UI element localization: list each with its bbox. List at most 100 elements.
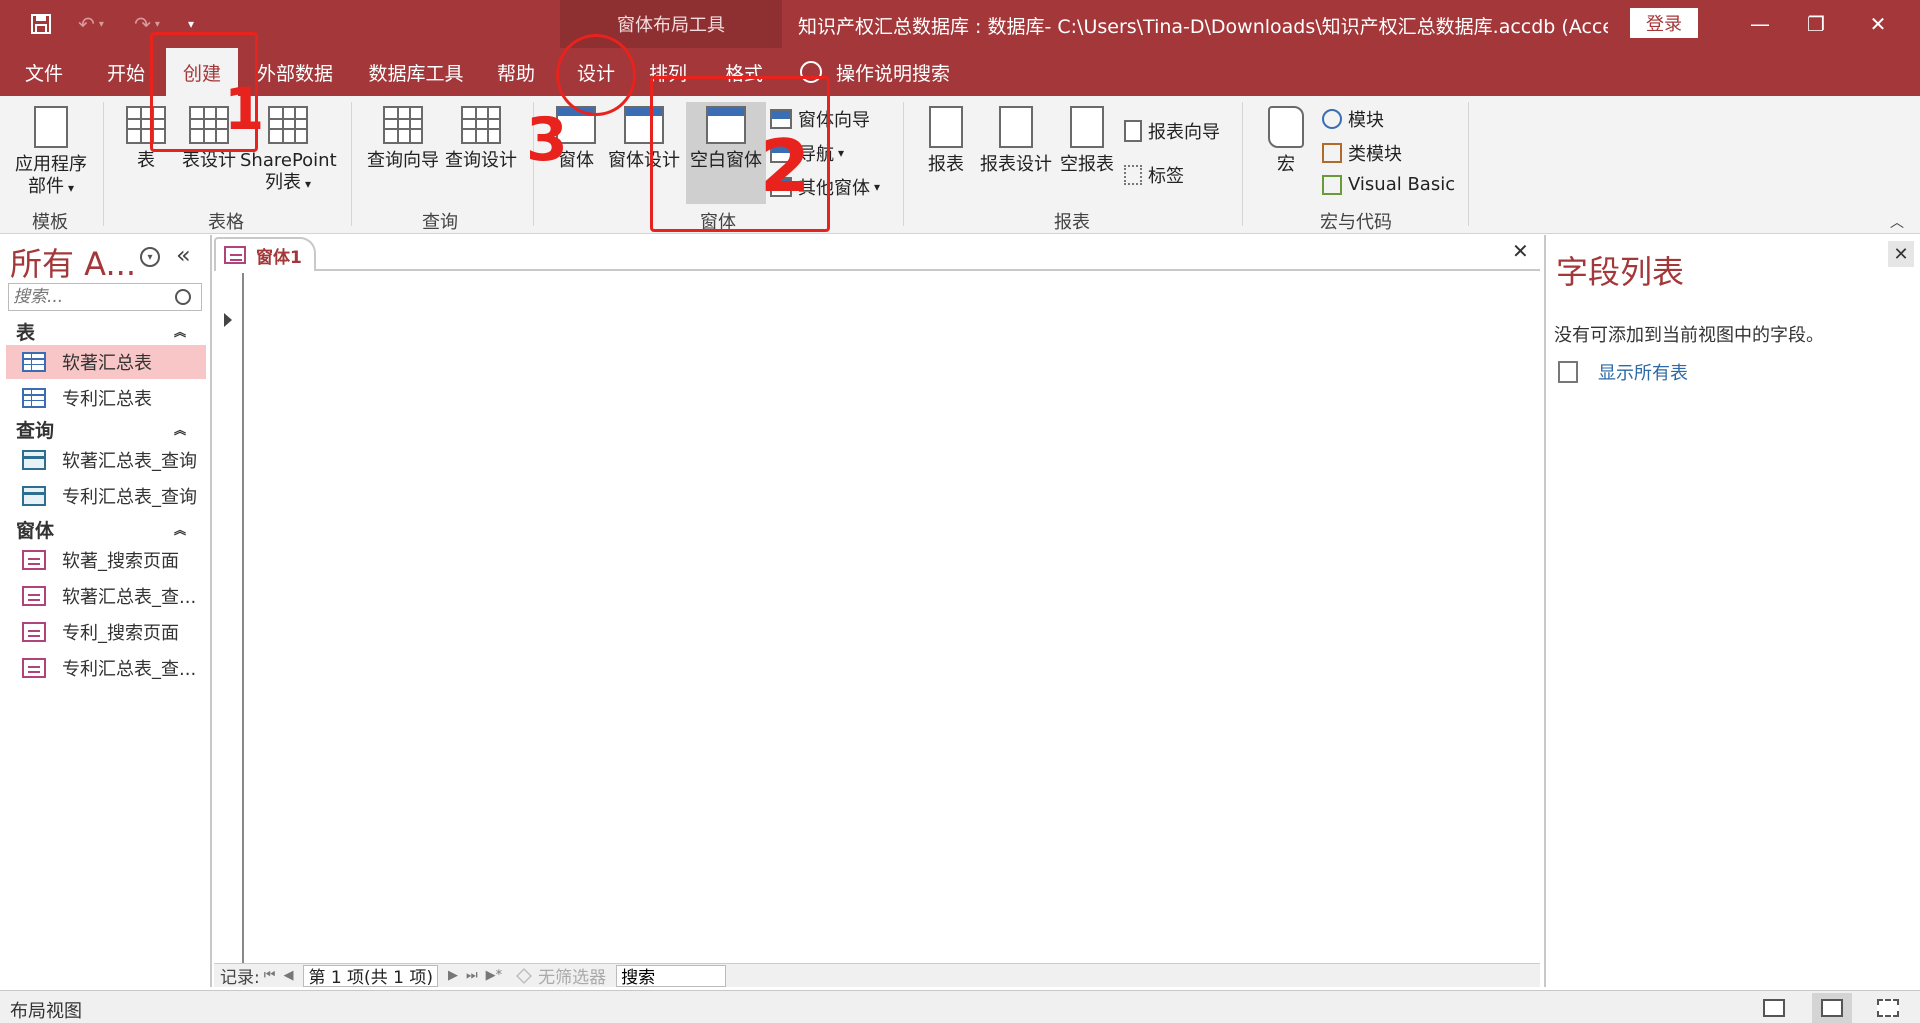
module-button[interactable]: 模块 bbox=[1322, 106, 1384, 132]
current-record-field[interactable]: 第 1 项(共 1 项) bbox=[303, 964, 438, 988]
form-design-button[interactable]: 窗体设计 bbox=[606, 106, 682, 172]
form-wizard-button[interactable]: 窗体向导 bbox=[770, 106, 870, 132]
previous-record-button[interactable]: ◀ bbox=[283, 968, 293, 983]
nav-item-form[interactable]: 软著_搜索页面 bbox=[6, 543, 206, 577]
app-parts-label-2: 部件 ▾ bbox=[27, 176, 75, 197]
nav-item-table[interactable]: 专利汇总表 bbox=[6, 381, 206, 415]
signin-button[interactable]: 登录 bbox=[1630, 8, 1698, 38]
layout-view-button[interactable] bbox=[1812, 993, 1852, 1023]
group-tables-label: 表格 bbox=[208, 212, 244, 233]
nav-search-input[interactable] bbox=[9, 285, 169, 309]
window-title: 知识产权汇总数据库 : 数据库- C:\Users\Tina-D\Downloa… bbox=[798, 16, 1608, 38]
nav-item-form[interactable]: 专利汇总表_查... bbox=[6, 651, 206, 685]
blank-form-button[interactable]: 空白窗体 bbox=[686, 102, 766, 204]
design-view-button[interactable] bbox=[1868, 993, 1908, 1023]
query-icon bbox=[22, 450, 46, 470]
document-tab-form1[interactable]: 窗体1 bbox=[214, 237, 316, 271]
form-wizard-icon bbox=[770, 109, 792, 129]
nav-item-label: 专利_搜索页面 bbox=[62, 623, 179, 644]
nav-item-form[interactable]: 软著汇总表_查... bbox=[6, 579, 206, 613]
nav-search-box bbox=[8, 283, 202, 311]
show-all-tables-link[interactable]: 显示所有表 bbox=[1558, 359, 1688, 385]
nav-menu-chevron-icon[interactable]: ▾ bbox=[140, 247, 160, 267]
tab-create[interactable]: 创建 bbox=[166, 48, 238, 96]
form-canvas[interactable] bbox=[246, 273, 1536, 961]
tab-format[interactable]: 格式 bbox=[716, 48, 772, 96]
tab-design[interactable]: 设计 bbox=[568, 48, 624, 96]
labels-button[interactable]: 标签 bbox=[1124, 162, 1184, 188]
undo-icon[interactable]: ↶ ▾ bbox=[68, 8, 114, 40]
first-record-button[interactable]: ⏮ bbox=[264, 968, 276, 983]
nav-section-queries[interactable]: 查询 ︽ bbox=[0, 415, 200, 443]
macro-button[interactable]: 宏 bbox=[1262, 106, 1310, 176]
tab-arrange[interactable]: 排列 bbox=[640, 48, 696, 96]
more-forms-label: 其他窗体 bbox=[798, 178, 870, 199]
app-parts-button[interactable]: 应用程序 部件 ▾ bbox=[8, 106, 94, 199]
form-record-selector[interactable] bbox=[214, 273, 244, 981]
table-label: 表 bbox=[137, 150, 155, 171]
nav-section-forms[interactable]: 窗体 ︽ bbox=[0, 515, 200, 543]
nav-item-table[interactable]: 软著汇总表 bbox=[6, 345, 206, 379]
sharepoint-label: SharePoint bbox=[240, 150, 337, 171]
query-design-button[interactable]: 查询设计 bbox=[442, 106, 520, 172]
tell-me-search[interactable]: 操作说明搜索 bbox=[800, 48, 950, 96]
sharepoint-lists-button[interactable]: SharePoint 列表 ▾ bbox=[240, 106, 337, 195]
report-wizard-button[interactable]: 报表向导 bbox=[1124, 118, 1220, 144]
nav-item-label: 软著_搜索页面 bbox=[62, 551, 179, 572]
close-pane-icon[interactable]: ✕ bbox=[1888, 241, 1914, 267]
table-button[interactable]: 表 bbox=[120, 106, 172, 172]
nav-item-query[interactable]: 专利汇总表_查询 bbox=[6, 479, 206, 513]
tab-file[interactable]: 文件 bbox=[10, 48, 78, 96]
new-record-button[interactable]: ▶* bbox=[486, 968, 503, 983]
navigation-button[interactable]: 导航 ▾ bbox=[770, 140, 844, 166]
form-icon bbox=[22, 586, 46, 606]
form-button[interactable]: 窗体 bbox=[548, 106, 604, 172]
nav-item-label: 专利汇总表_查询 bbox=[62, 487, 197, 508]
sharepoint-label-2: 列表 ▾ bbox=[264, 172, 312, 193]
next-record-button[interactable]: ▶ bbox=[448, 968, 458, 983]
close-document-icon[interactable]: ✕ bbox=[1512, 239, 1529, 263]
collapse-ribbon-icon[interactable]: ︿ bbox=[1890, 212, 1904, 232]
module-label: 模块 bbox=[1348, 110, 1384, 131]
macro-label: 宏 bbox=[1277, 154, 1295, 175]
table-icon bbox=[126, 106, 166, 144]
macro-scroll-icon bbox=[1268, 106, 1304, 148]
save-icon[interactable] bbox=[24, 8, 58, 40]
query-wizard-button[interactable]: 查询向导 bbox=[364, 106, 442, 172]
minimize-button[interactable]: — bbox=[1730, 4, 1790, 44]
nav-item-query[interactable]: 软著汇总表_查询 bbox=[6, 443, 206, 477]
report-design-icon bbox=[999, 106, 1033, 148]
restore-button[interactable]: ❐ bbox=[1786, 4, 1846, 44]
last-record-button[interactable]: ⏭ bbox=[466, 968, 478, 983]
blank-report-button[interactable]: 空报表 bbox=[1056, 106, 1118, 176]
tab-help[interactable]: 帮助 bbox=[488, 48, 544, 96]
form-icon bbox=[22, 622, 46, 642]
report-design-button[interactable]: 报表设计 bbox=[976, 106, 1056, 176]
more-forms-button[interactable]: 其他窗体 ▾ bbox=[770, 174, 880, 200]
search-icon[interactable] bbox=[175, 289, 191, 305]
context-tab-header: 窗体布局工具 bbox=[560, 0, 782, 48]
nav-item-form[interactable]: 专利_搜索页面 bbox=[6, 615, 206, 649]
form-view-button[interactable] bbox=[1754, 993, 1794, 1023]
blank-form-label: 空白窗体 bbox=[690, 150, 762, 171]
shutter-bar-icon[interactable]: « bbox=[176, 241, 191, 269]
visual-basic-button[interactable]: Visual Basic bbox=[1322, 174, 1455, 195]
title-bar: ↶ ▾ ↷ ▾ ▾ 窗体布局工具 知识产权汇总数据库 : 数据库- C:\Users… bbox=[0, 0, 1920, 48]
record-search-input[interactable] bbox=[616, 964, 727, 987]
tab-home[interactable]: 开始 bbox=[92, 48, 160, 96]
class-module-button[interactable]: 类模块 bbox=[1322, 140, 1402, 166]
close-button[interactable]: ✕ bbox=[1848, 4, 1908, 44]
nav-pane-title[interactable]: 所有 A... bbox=[10, 239, 136, 285]
table-design-button[interactable]: 表设计 bbox=[178, 106, 240, 172]
table-icon bbox=[22, 388, 46, 408]
report-button[interactable]: 报表 bbox=[918, 106, 974, 176]
customize-qat-icon[interactable]: ▾ bbox=[180, 8, 202, 40]
visual-basic-icon bbox=[1322, 174, 1342, 195]
tab-external-data[interactable]: 外部数据 bbox=[252, 48, 338, 96]
nav-section-tables[interactable]: 表 ︽ bbox=[0, 317, 200, 345]
filter-indicator[interactable]: 无筛选器 bbox=[516, 963, 606, 988]
tab-database-tools[interactable]: 数据库工具 bbox=[358, 48, 474, 96]
query-wizard-label: 查询向导 bbox=[367, 150, 439, 171]
group-separator bbox=[903, 102, 904, 226]
redo-icon[interactable]: ↷ ▾ bbox=[124, 8, 170, 40]
